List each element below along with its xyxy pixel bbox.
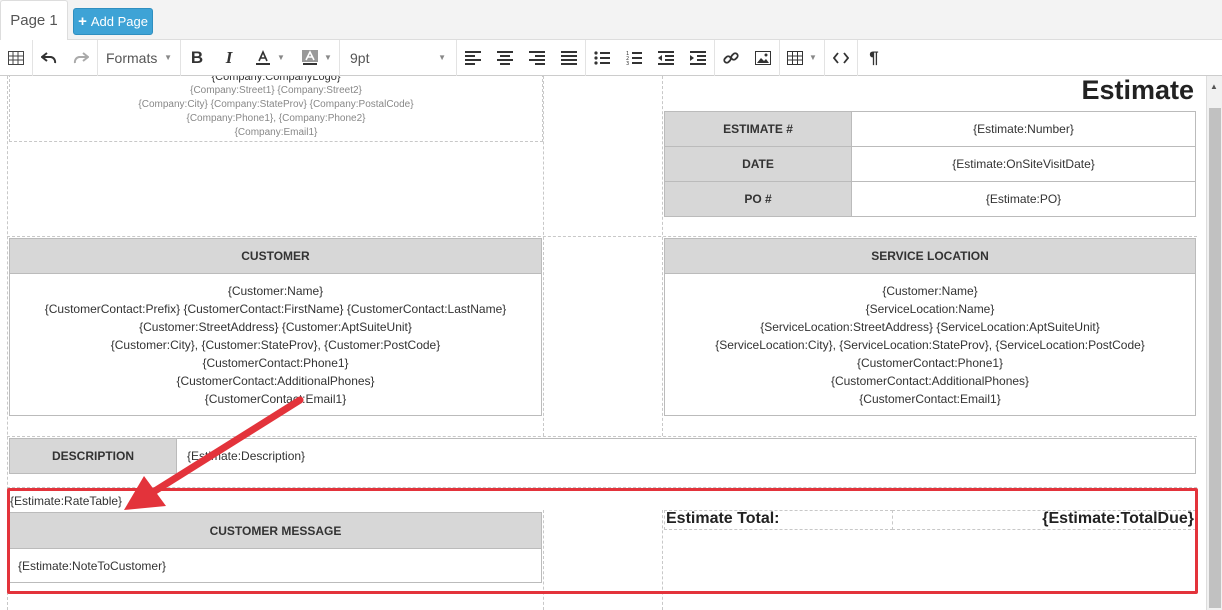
link-icon	[723, 51, 739, 64]
outdent-icon	[658, 50, 674, 65]
source-code-button[interactable]	[825, 40, 857, 76]
font-size-select[interactable]: 9pt ▼	[340, 40, 456, 76]
undo-icon	[41, 51, 57, 63]
document-area[interactable]: {Company:CompanyLogo} {Company:Street1} …	[0, 76, 1206, 610]
plus-icon: +	[78, 13, 87, 30]
formats-label: Formats	[106, 49, 158, 66]
indent-icon	[690, 50, 706, 65]
outdent-button[interactable]	[650, 40, 682, 76]
justify-icon	[561, 50, 577, 65]
tab-bar: Page 1 + Add Page	[0, 0, 1222, 40]
grid-icon	[8, 50, 24, 65]
chevron-down-icon: ▼	[809, 53, 817, 62]
background-color-icon	[302, 49, 319, 65]
link-button[interactable]	[715, 40, 747, 76]
source-grid-button[interactable]	[0, 40, 32, 76]
justify-button[interactable]	[553, 40, 585, 76]
align-right-button[interactable]	[521, 40, 553, 76]
scrollbar-thumb[interactable]	[1209, 108, 1221, 608]
align-left-button[interactable]	[457, 40, 489, 76]
table-icon	[787, 50, 804, 65]
redo-icon	[73, 51, 89, 63]
svg-text:3: 3	[626, 61, 629, 65]
bullet-list-icon	[594, 50, 610, 65]
italic-button[interactable]: I	[213, 40, 245, 76]
align-right-icon	[529, 50, 545, 65]
bold-button[interactable]: B	[181, 40, 213, 76]
italic-icon: I	[225, 47, 233, 67]
chevron-down-icon: ▼	[277, 53, 285, 62]
add-page-button[interactable]: + Add Page	[73, 8, 153, 35]
chevron-down-icon: ▼	[324, 53, 332, 62]
code-icon	[833, 51, 849, 64]
undo-button[interactable]	[33, 40, 65, 76]
chevron-down-icon: ▼	[164, 53, 172, 62]
editor-toolbar: Formats ▼ B I ▼ ▼ 9pt ▼ 123 ▼ ¶	[0, 39, 1222, 76]
text-color-icon	[256, 49, 271, 65]
tab-page-1[interactable]: Page 1	[0, 0, 68, 40]
background-color-button[interactable]: ▼	[295, 40, 339, 76]
bullet-list-button[interactable]	[586, 40, 618, 76]
chevron-down-icon: ▼	[438, 53, 446, 62]
numbered-list-icon: 123	[626, 51, 642, 65]
indent-button[interactable]	[682, 40, 714, 76]
scroll-up-icon[interactable]: ▲	[1210, 82, 1218, 91]
redo-button[interactable]	[65, 40, 97, 76]
vertical-scrollbar[interactable]: ▲	[1206, 76, 1222, 610]
align-center-icon	[497, 50, 513, 65]
pilcrow-icon: ¶	[869, 47, 879, 67]
align-left-icon	[465, 50, 481, 65]
annotation-arrow-icon	[124, 396, 304, 510]
image-icon	[755, 50, 771, 65]
formats-dropdown[interactable]: Formats ▼	[98, 40, 180, 76]
table-button[interactable]: ▼	[780, 40, 824, 76]
add-page-label: Add Page	[90, 14, 148, 29]
bold-icon: B	[190, 47, 204, 67]
show-blocks-button[interactable]: ¶	[858, 40, 890, 76]
numbered-list-button[interactable]: 123	[618, 40, 650, 76]
image-button[interactable]	[747, 40, 779, 76]
text-color-button[interactable]: ▼	[245, 40, 295, 76]
align-center-button[interactable]	[489, 40, 521, 76]
font-size-value: 9pt	[350, 49, 370, 66]
